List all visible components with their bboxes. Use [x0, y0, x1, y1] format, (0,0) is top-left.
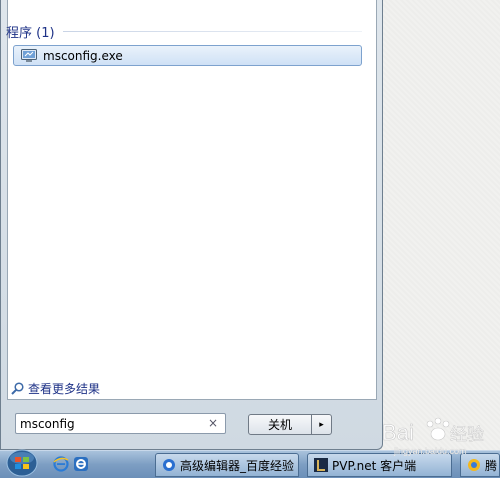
tencent-icon — [468, 459, 480, 471]
group-divider — [62, 30, 362, 32]
svg-text:jingyan.baidu.com: jingyan.baidu.com — [393, 446, 467, 456]
internet-explorer-icon[interactable] — [53, 456, 69, 472]
shutdown-button[interactable]: 关机 — [248, 414, 312, 435]
search-input[interactable] — [20, 416, 200, 431]
pvp-net-icon — [314, 458, 328, 472]
result-item-msconfig[interactable]: msconfig.exe — [13, 45, 362, 66]
ie-alt-icon[interactable] — [73, 456, 89, 472]
shutdown-options-arrow[interactable]: ▸ — [311, 414, 332, 435]
search-icon — [11, 381, 24, 395]
taskbar-item-label: 高级编辑器_百度经验 — [180, 458, 295, 473]
clear-search-icon[interactable]: × — [208, 416, 218, 430]
start-orb-icon[interactable] — [4, 449, 40, 477]
results-group-header: 程序 (1) — [6, 22, 362, 41]
svg-text:Bai: Bai — [382, 420, 414, 445]
svg-text:经验: 经验 — [450, 425, 484, 445]
browser-icon — [163, 459, 175, 471]
taskbar-item-baidu-editor[interactable]: 高级编辑器_百度经验 — [155, 453, 299, 477]
see-more-label: 查看更多结果 — [28, 381, 101, 396]
msconfig-app-icon — [21, 48, 37, 62]
group-title[interactable]: 程序 (1) — [6, 22, 55, 41]
see-more-results-link[interactable]: 查看更多结果 — [11, 380, 100, 396]
baidu-jingyan-watermark: Bai 经验 jingyan.baidu.com — [382, 417, 484, 456]
start-search-box[interactable]: × — [15, 413, 226, 434]
result-item-label: msconfig.exe — [43, 48, 123, 63]
